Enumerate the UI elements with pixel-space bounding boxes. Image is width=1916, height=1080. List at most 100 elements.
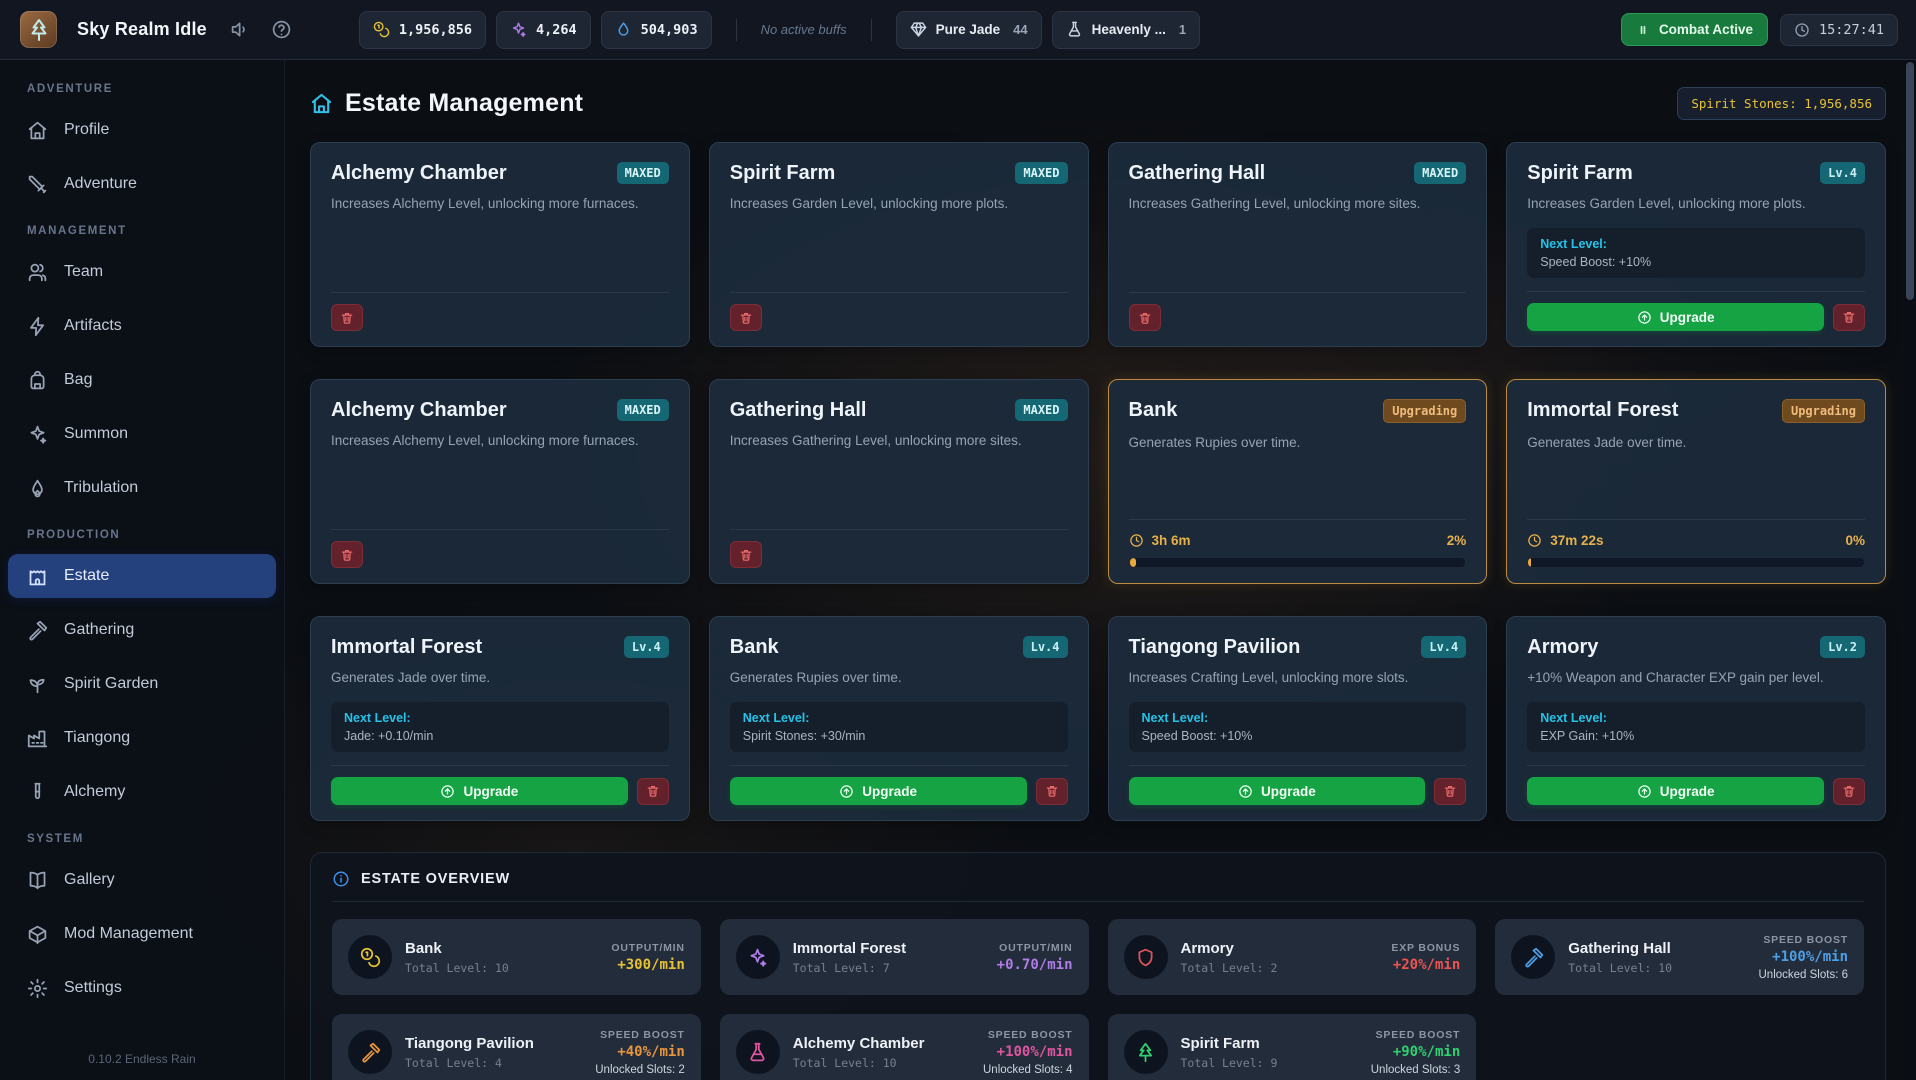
pause-icon	[1636, 23, 1650, 37]
building-card-bank: BankUpgradingGenerates Rupies over time.…	[1108, 379, 1488, 584]
divider	[332, 901, 1864, 902]
sidebar-item-profile[interactable]: Profile	[8, 108, 276, 152]
page-title: Estate Management	[345, 89, 583, 118]
overview-item-tiangong-pavilion: Tiangong PavilionTotal Level: 4SPEED BOO…	[332, 1014, 701, 1080]
upgrading-badge: Upgrading	[1383, 399, 1466, 423]
delete-building-button[interactable]	[1833, 778, 1865, 805]
currency-chip[interactable]: 4,264	[496, 11, 591, 49]
combat-status-label: Combat Active	[1659, 22, 1753, 37]
sidebar-item-gathering[interactable]: Gathering	[8, 608, 276, 652]
delete-building-button[interactable]	[331, 304, 363, 331]
help-icon[interactable]	[271, 19, 292, 40]
upgrade-button-label: Upgrade	[1660, 310, 1715, 325]
overview-icon-circle	[348, 935, 392, 979]
building-description: Generates Rupies over time.	[730, 669, 1068, 687]
building-card-armory: ArmoryLv.2+10% Weapon and Character EXP …	[1506, 616, 1886, 821]
sidebar-item-bag[interactable]: Bag	[8, 358, 276, 402]
upgrade-button[interactable]: Upgrade	[1527, 303, 1824, 331]
delete-building-button[interactable]	[331, 541, 363, 568]
building-name: Bank	[730, 636, 779, 658]
zap-icon	[27, 316, 48, 337]
sidebar-item-tiangong[interactable]: Tiangong	[8, 716, 276, 760]
sidebar-item-adventure[interactable]: Adventure	[8, 162, 276, 206]
building-name: Spirit Farm	[1527, 162, 1633, 184]
overview-total-level: Total Level: 4	[405, 1056, 534, 1070]
overview-icon-circle	[1511, 935, 1555, 979]
consumable-label: Heavenly ...	[1092, 22, 1166, 37]
building-description: Increases Gathering Level, unlocking mor…	[1129, 195, 1467, 213]
clock-chip: 15:27:41	[1780, 14, 1898, 46]
sidebar-item-artifacts[interactable]: Artifacts	[8, 304, 276, 348]
card-footer	[730, 541, 1068, 568]
consumable-chips: Pure Jade44 Heavenly ...1	[896, 11, 1201, 49]
upgrade-button[interactable]: Upgrade	[1129, 777, 1426, 805]
sidebar-item-estate[interactable]: Estate	[8, 554, 276, 598]
delete-building-button[interactable]	[1129, 304, 1161, 331]
overview-building-name: Alchemy Chamber	[793, 1035, 925, 1052]
sidebar-item-mod-management[interactable]: Mod Management	[8, 912, 276, 956]
building-name: Alchemy Chamber	[331, 162, 507, 184]
currency-value: 1,956,856	[399, 22, 472, 38]
card-footer	[730, 304, 1068, 331]
time-remaining: 37m 22s	[1527, 533, 1603, 548]
sidebar-item-label: Artifacts	[64, 317, 122, 335]
building-name: Spirit Farm	[730, 162, 836, 184]
overview-stat-value: +90%/min	[1371, 1044, 1461, 1060]
next-level-effect: EXP Gain: +10%	[1540, 729, 1852, 743]
hammer-icon	[1523, 947, 1544, 968]
overview-building-name: Gathering Hall	[1568, 940, 1672, 957]
gem-icon	[910, 21, 927, 38]
delete-building-button[interactable]	[1833, 304, 1865, 331]
delete-building-button[interactable]	[637, 778, 669, 805]
sidebar-item-spirit-garden[interactable]: Spirit Garden	[8, 662, 276, 706]
consumable-chip-pure-jade[interactable]: Pure Jade44	[896, 11, 1042, 49]
sidebar-item-gallery[interactable]: Gallery	[8, 858, 276, 902]
overview-unlocked-slots: Unlocked Slots: 2	[595, 1064, 685, 1076]
overview-stat-label: SPEED BOOST	[1759, 934, 1849, 946]
next-level-effect: Speed Boost: +10%	[1540, 255, 1852, 269]
next-level-effect: Jade: +0.10/min	[344, 729, 656, 743]
upgrade-button[interactable]: Upgrade	[1527, 777, 1824, 805]
card-footer: Upgrade	[1129, 777, 1467, 805]
building-description: Increases Garden Level, unlocking more p…	[730, 195, 1068, 213]
sidebar-item-label: Mod Management	[64, 925, 193, 943]
clock-icon	[1129, 533, 1144, 548]
overview-stat-value: +100%/min	[1759, 949, 1849, 965]
delete-building-button[interactable]	[1036, 778, 1068, 805]
upgrade-button[interactable]: Upgrade	[331, 777, 628, 805]
overview-item-bank: BankTotal Level: 10OUTPUT/MIN+300/min	[332, 919, 701, 995]
sidebar-item-team[interactable]: Team	[8, 250, 276, 294]
sidebar-item-settings[interactable]: Settings	[8, 966, 276, 1010]
divider	[1527, 291, 1865, 292]
sidebar-item-summon[interactable]: Summon	[8, 412, 276, 456]
overview-icon-circle	[736, 1030, 780, 1074]
divider	[331, 765, 669, 766]
trash-icon	[340, 311, 354, 325]
overview-icon-circle	[1124, 935, 1168, 979]
overview-stat-value: +100%/min	[983, 1044, 1073, 1060]
upgrade-button[interactable]: Upgrade	[730, 777, 1027, 805]
sound-icon[interactable]	[230, 19, 251, 40]
overview-stat-label: SPEED BOOST	[983, 1029, 1073, 1041]
currency-chip[interactable]: 1,956,856	[359, 11, 486, 49]
next-level-title: Next Level:	[743, 711, 1055, 725]
building-description: Generates Jade over time.	[331, 669, 669, 687]
delete-building-button[interactable]	[730, 304, 762, 331]
currency-chip[interactable]: 504,903	[601, 11, 712, 49]
scrollbar-thumb[interactable]	[1906, 62, 1914, 300]
sidebar-item-alchemy[interactable]: Alchemy	[8, 770, 276, 814]
next-level-title: Next Level:	[344, 711, 656, 725]
consumable-label: Pure Jade	[936, 22, 1001, 37]
building-name: Alchemy Chamber	[331, 399, 507, 421]
app-version: 0.10.2 Endless Rain	[0, 1052, 284, 1080]
combat-active-button[interactable]: Combat Active	[1621, 13, 1768, 46]
delete-building-button[interactable]	[730, 541, 762, 568]
sidebar-item-tribulation[interactable]: Tribulation	[8, 466, 276, 510]
divider	[1527, 765, 1865, 766]
trash-icon	[739, 548, 753, 562]
hammer-icon	[360, 1042, 381, 1063]
consumable-chip-heavenly[interactable]: Heavenly ...1	[1052, 11, 1201, 49]
overview-building-name: Armory	[1181, 940, 1278, 957]
delete-building-button[interactable]	[1434, 778, 1466, 805]
package-icon	[27, 924, 48, 945]
